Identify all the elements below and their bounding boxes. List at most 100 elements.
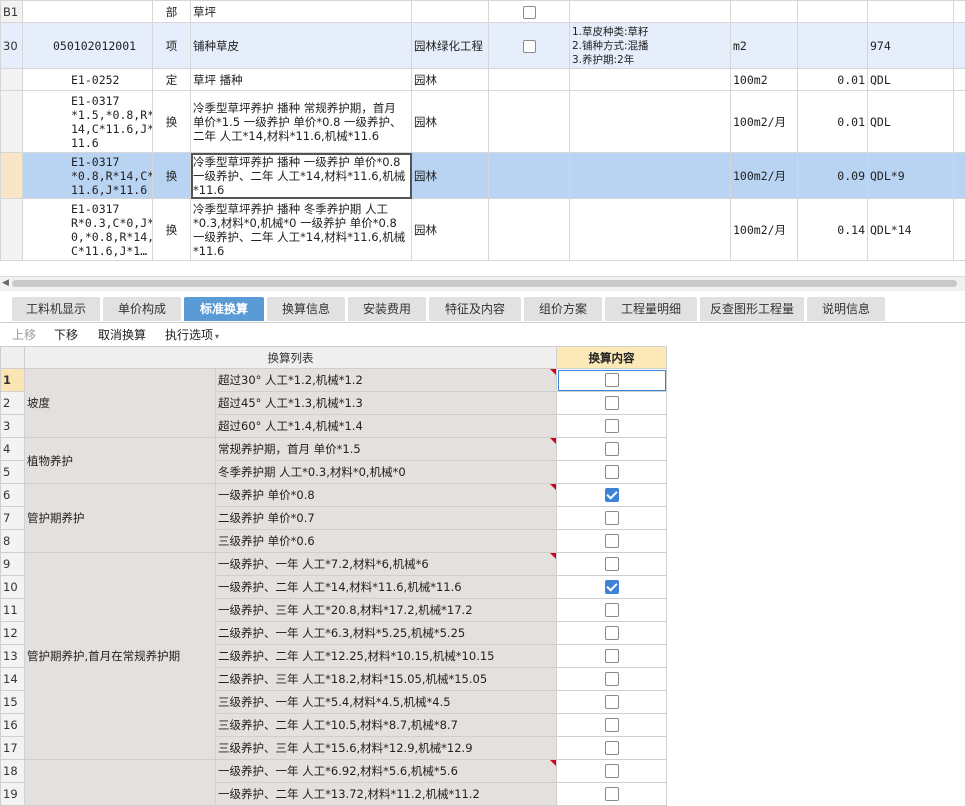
conversion-content-cell[interactable]: [557, 599, 667, 622]
item-code[interactable]: [23, 1, 153, 23]
conversion-content-cell[interactable]: [557, 645, 667, 668]
unchecked-checkbox[interactable]: [605, 442, 619, 456]
item-expression[interactable]: QDL*9: [868, 153, 954, 199]
item-feature[interactable]: [570, 91, 731, 153]
unchecked-checkbox[interactable]: [605, 741, 619, 755]
item-feature[interactable]: [570, 69, 731, 91]
conversion-row[interactable]: 4植物养护常规养护期，首月 单价*1.5: [1, 438, 667, 461]
item-unit[interactable]: 100m2: [731, 69, 798, 91]
unchecked-checkbox[interactable]: [605, 718, 619, 732]
conversion-content-cell[interactable]: [557, 438, 667, 461]
item-feature[interactable]: 1.草皮种类:草籽 2.铺种方式:混播 3.养护期:2年: [570, 23, 731, 69]
conversion-content-cell[interactable]: [557, 760, 667, 783]
item-profession[interactable]: 园林: [412, 199, 489, 261]
conversion-row[interactable]: 9管护期养护,首月在常规养护期一级养护、一年 人工*7.2,材料*6,机械*6: [1, 553, 667, 576]
item-unit[interactable]: 100m2/月: [731, 91, 798, 153]
conversion-content-cell[interactable]: [557, 622, 667, 645]
item-profession[interactable]: 园林: [412, 153, 489, 199]
item-checkbox[interactable]: [489, 153, 570, 199]
conversion-content-cell[interactable]: [557, 507, 667, 530]
row-checkbox[interactable]: [523, 6, 536, 19]
conversion-content-cell[interactable]: [557, 553, 667, 576]
cancel-conversion-button[interactable]: 取消换算: [98, 326, 146, 343]
scroll-left-icon[interactable]: ◀: [2, 278, 9, 288]
item-name[interactable]: 草坪 播种: [191, 69, 412, 91]
bill-row[interactable]: E1-0317 *1.5,*0.8,R* 14,C*11.6,J* 11.6换冷…: [1, 91, 965, 153]
tab-3[interactable]: 换算信息: [267, 297, 345, 321]
item-expression[interactable]: [868, 1, 954, 23]
item-feature[interactable]: [570, 199, 731, 261]
conversion-content-cell[interactable]: [557, 691, 667, 714]
scrollbar-thumb[interactable]: [12, 280, 957, 287]
conversion-content-cell[interactable]: [557, 415, 667, 438]
horizontal-scrollbar[interactable]: ◀: [0, 276, 965, 291]
item-quantity[interactable]: 0.09: [798, 153, 868, 199]
item-checkbox[interactable]: [489, 91, 570, 153]
item-name[interactable]: 冷季型草坪养护 播种 冬季养护期 人工*0.3,材料*0,机械*0 一级养护 单…: [191, 199, 412, 261]
item-name[interactable]: 铺种草皮: [191, 23, 412, 69]
item-profession[interactable]: [412, 1, 489, 23]
item-quantity[interactable]: 0.01: [798, 69, 868, 91]
unchecked-checkbox[interactable]: [605, 787, 619, 801]
unchecked-checkbox[interactable]: [605, 373, 619, 387]
conversion-row[interactable]: 1坡度超过30° 人工*1.2,机械*1.2: [1, 369, 667, 392]
item-unit[interactable]: [731, 1, 798, 23]
unchecked-checkbox[interactable]: [605, 511, 619, 525]
bill-row[interactable]: B1部草坪: [1, 1, 965, 23]
execute-options-button[interactable]: 执行选项▾: [165, 326, 219, 343]
unchecked-checkbox[interactable]: [605, 764, 619, 778]
tab-7[interactable]: 工程量明细: [605, 297, 697, 321]
conversion-content-cell[interactable]: [557, 369, 667, 392]
item-checkbox[interactable]: [489, 199, 570, 261]
item-feature[interactable]: [570, 1, 731, 23]
bill-row[interactable]: E1-0317 R*0.3,C*0,J* 0,*0.8,R*14, C*11.6…: [1, 199, 965, 261]
item-quantity[interactable]: [798, 23, 868, 69]
checked-checkbox[interactable]: [605, 488, 619, 502]
item-profession[interactable]: 园林绿化工程: [412, 23, 489, 69]
item-type[interactable]: 项: [153, 23, 191, 69]
item-checkbox[interactable]: [489, 69, 570, 91]
item-name[interactable]: 草坪: [191, 1, 412, 23]
bill-row[interactable]: E1-0252定草坪 播种园林 100m20.01QDL: [1, 69, 965, 91]
conversion-content-cell[interactable]: [557, 737, 667, 760]
conversion-content-cell[interactable]: [557, 576, 667, 599]
item-quantity[interactable]: 0.01: [798, 91, 868, 153]
unchecked-checkbox[interactable]: [605, 672, 619, 686]
item-unit[interactable]: 100m2/月: [731, 153, 798, 199]
conversion-content-cell[interactable]: [557, 392, 667, 415]
item-type[interactable]: 部: [153, 1, 191, 23]
item-expression[interactable]: 974: [868, 23, 954, 69]
item-expression[interactable]: QDL: [868, 69, 954, 91]
item-code[interactable]: E1-0317 *0.8,R*14,C* 11.6,J*11.6: [23, 153, 153, 199]
unchecked-checkbox[interactable]: [605, 626, 619, 640]
unchecked-checkbox[interactable]: [605, 465, 619, 479]
item-code[interactable]: E1-0317 R*0.3,C*0,J* 0,*0.8,R*14, C*11.6…: [23, 199, 153, 261]
unchecked-checkbox[interactable]: [605, 695, 619, 709]
conversion-content-cell[interactable]: [557, 714, 667, 737]
conversion-row[interactable]: 18一级养护、一年 人工*6.92,材料*5.6,机械*5.6: [1, 760, 667, 783]
conversion-content-cell[interactable]: [557, 461, 667, 484]
item-name[interactable]: 冷季型草坪养护 播种 一级养护 单价*0.8 一级养护、二年 人工*14,材料*…: [191, 153, 412, 199]
unchecked-checkbox[interactable]: [605, 534, 619, 548]
conversion-content-cell[interactable]: [557, 783, 667, 806]
item-code[interactable]: E1-0252: [23, 69, 153, 91]
tab-9[interactable]: 说明信息: [807, 297, 885, 321]
tab-1[interactable]: 单价构成: [103, 297, 181, 321]
item-code[interactable]: 050102012001: [23, 23, 153, 69]
item-type[interactable]: 换: [153, 199, 191, 261]
tab-5[interactable]: 特征及内容: [429, 297, 521, 321]
bill-row[interactable]: 30050102012001项铺种草皮园林绿化工程1.草皮种类:草籽 2.铺种方…: [1, 23, 965, 69]
item-profession[interactable]: 园林: [412, 69, 489, 91]
bill-row[interactable]: E1-0317 *0.8,R*14,C* 11.6,J*11.6换冷季型草坪养护…: [1, 153, 965, 199]
item-checkbox[interactable]: [489, 1, 570, 23]
row-checkbox[interactable]: [523, 40, 536, 53]
item-type[interactable]: 定: [153, 69, 191, 91]
tab-8[interactable]: 反查图形工程量: [700, 297, 804, 321]
conversion-row[interactable]: 6管护期养护一级养护 单价*0.8: [1, 484, 667, 507]
tab-2[interactable]: 标准换算: [184, 297, 264, 321]
tab-6[interactable]: 组价方案: [524, 297, 602, 321]
tab-0[interactable]: 工料机显示: [12, 297, 100, 321]
conversion-content-cell[interactable]: [557, 484, 667, 507]
item-unit[interactable]: 100m2/月: [731, 199, 798, 261]
unchecked-checkbox[interactable]: [605, 419, 619, 433]
